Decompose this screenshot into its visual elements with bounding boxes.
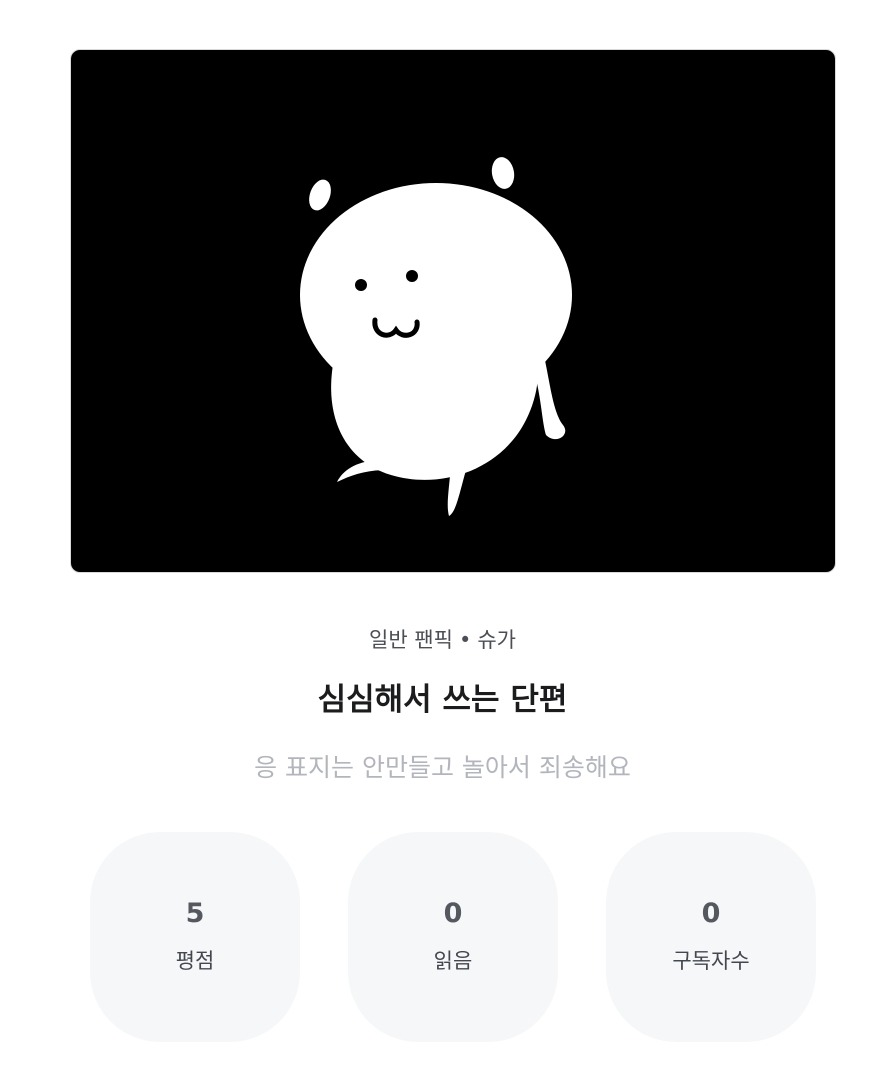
- work-meta: 일반 팬픽 • 슈가: [0, 624, 885, 654]
- stat-label: 평점: [175, 948, 215, 973]
- work-title: 심심해서 쓰는 단편: [317, 682, 568, 718]
- stat-rating: 5 평점: [90, 832, 300, 1042]
- stat-value: 5: [185, 897, 205, 929]
- stat-label: 읽음: [433, 948, 473, 973]
- meta-separator: •: [458, 628, 472, 652]
- stat-label: 구독자수: [672, 948, 750, 973]
- stat-value: 0: [443, 897, 463, 929]
- cover-image: [70, 49, 836, 573]
- stat-subscribers: 0 구독자수: [606, 832, 816, 1042]
- bear-illustration-icon: [300, 157, 572, 516]
- tag-label[interactable]: 슈가: [477, 628, 516, 652]
- stat-value: 0: [701, 897, 721, 929]
- stat-reads: 0 읽음: [348, 832, 558, 1042]
- work-description: 응 표지는 안만들고 놀아서 죄송해요: [254, 753, 631, 782]
- category-label[interactable]: 일반 팬픽: [369, 628, 453, 652]
